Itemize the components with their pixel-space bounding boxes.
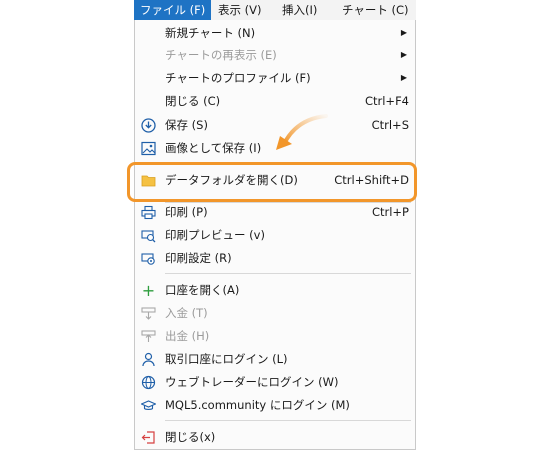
menu-item-chart-reshow: チャートの再表示 (E) ▶	[135, 44, 415, 66]
menu-separator	[165, 163, 411, 164]
print-settings-icon	[141, 251, 156, 266]
menu-item-label: 印刷プレビュー (v)	[165, 228, 265, 242]
submenu-arrow-icon: ▶	[400, 28, 407, 37]
plus-icon: +	[141, 281, 156, 300]
menu-item-label: 入金 (T)	[165, 306, 208, 320]
image-icon	[141, 141, 156, 156]
menu-item-label: チャートのプロファイル (F)	[165, 71, 311, 85]
menu-item-label: 保存 (S)	[165, 118, 208, 132]
annotation-arrow-icon	[276, 114, 328, 150]
globe-icon	[141, 375, 156, 390]
menu-item-label: 画像として保存 (I)	[165, 141, 262, 155]
deposit-icon	[141, 306, 156, 321]
menu-chart[interactable]: チャート (C)	[336, 0, 415, 20]
exit-icon	[141, 430, 156, 445]
menu-item-print-setup[interactable]: 印刷設定 (R)	[135, 247, 415, 269]
menu-item-label: 口座を開く(A)	[165, 283, 240, 297]
menu-item-open-data-folder[interactable]: データフォルダを開く(D) Ctrl+Shift+D	[135, 169, 415, 191]
withdraw-icon	[141, 329, 156, 344]
print-preview-icon	[141, 228, 156, 243]
menu-item-label: 取引口座にログイン (L)	[165, 352, 288, 366]
user-icon	[141, 352, 156, 367]
submenu-arrow-icon: ▶	[400, 73, 407, 82]
menu-item-label: 閉じる(x)	[165, 430, 216, 444]
menu-item-label: 閉じる (C)	[165, 94, 221, 108]
file-menu-dropdown: 新規チャート (N) ▶ チャートの再表示 (E) ▶ チャートのプロファイル …	[134, 20, 416, 450]
menu-item-label: ウェブトレーダーにログイン (W)	[165, 375, 339, 389]
menu-item-label: データフォルダを開く(D)	[165, 173, 298, 187]
menu-insert[interactable]: 挿入(I)	[276, 0, 323, 20]
menu-item-login-webtrader[interactable]: ウェブトレーダーにログイン (W)	[135, 371, 415, 393]
menu-item-login-mql5[interactable]: MQL5.community にログイン (M)	[135, 394, 415, 416]
printer-icon	[141, 205, 156, 220]
menu-item-open-account[interactable]: + 口座を開く(A)	[135, 279, 415, 301]
menu-item-login-account[interactable]: 取引口座にログイン (L)	[135, 348, 415, 370]
submenu-arrow-icon: ▶	[400, 50, 407, 59]
menu-item-label: 出金 (H)	[165, 329, 210, 343]
menu-item-label: 印刷 (P)	[165, 205, 208, 219]
menu-separator	[165, 273, 411, 274]
graduation-cap-icon	[140, 398, 157, 413]
menu-bar: ファイル (F) 表示 (V) 挿入(I) チャート (C)	[134, 0, 416, 21]
save-download-icon	[141, 118, 156, 133]
menu-item-close[interactable]: 閉じる (C) Ctrl+F4	[135, 90, 415, 112]
folder-icon	[141, 173, 156, 188]
menu-item-print[interactable]: 印刷 (P) Ctrl+P	[135, 201, 415, 223]
menu-item-shortcut: Ctrl+F4	[364, 94, 409, 108]
menu-item-new-chart[interactable]: 新規チャート (N) ▶	[135, 22, 415, 44]
menu-item-shortcut: Ctrl+S	[371, 118, 409, 132]
menu-item-label: 新規チャート (N)	[165, 26, 256, 40]
menu-item-label: 印刷設定 (R)	[165, 251, 232, 265]
menu-file[interactable]: ファイル (F)	[134, 0, 212, 20]
menu-item-deposit: 入金 (T)	[135, 302, 415, 324]
menu-item-label: チャートの再表示 (E)	[165, 48, 277, 62]
menu-separator	[165, 420, 411, 421]
menu-view[interactable]: 表示 (V)	[212, 0, 268, 20]
menu-item-exit[interactable]: 閉じる(x)	[135, 426, 415, 448]
menu-item-print-preview[interactable]: 印刷プレビュー (v)	[135, 224, 415, 246]
menu-item-label: MQL5.community にログイン (M)	[165, 398, 350, 412]
menu-item-shortcut: Ctrl+P	[371, 205, 409, 219]
menu-item-shortcut: Ctrl+Shift+D	[334, 173, 409, 187]
menu-item-withdraw: 出金 (H)	[135, 325, 415, 347]
menu-item-chart-profile[interactable]: チャートのプロファイル (F) ▶	[135, 67, 415, 89]
